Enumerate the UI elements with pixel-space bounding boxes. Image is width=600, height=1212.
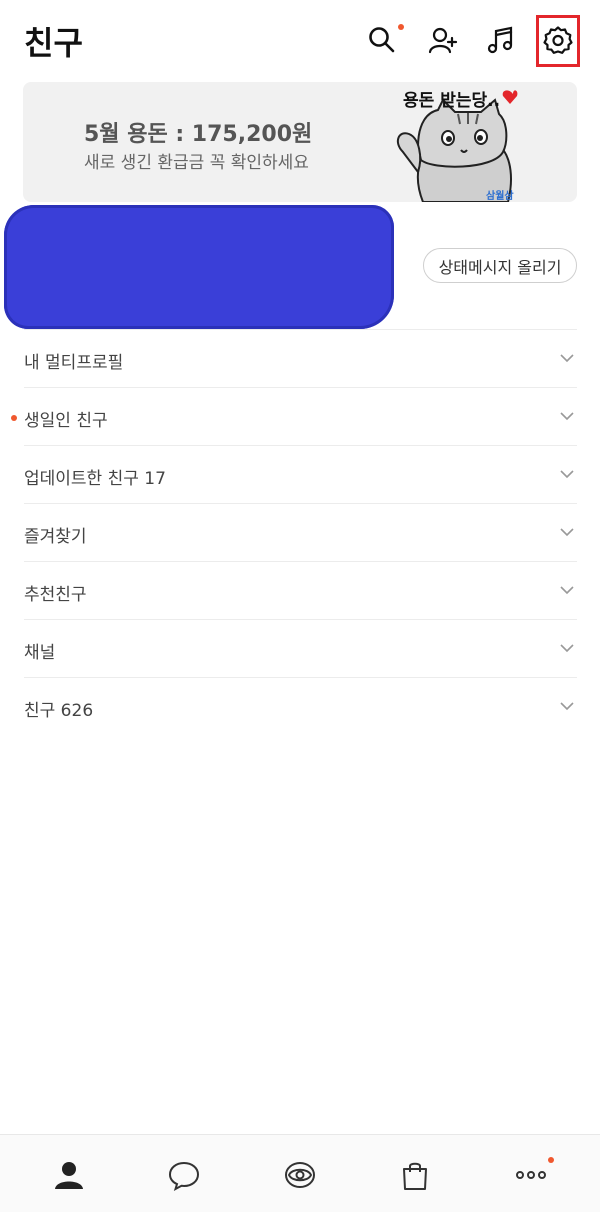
search-notification-dot	[398, 24, 404, 30]
friend-sections-list: 내 멀티프로필 생일인 친구 업데이트한 친구 17 즐겨찾기 추천친구 채널 …	[11, 329, 577, 735]
add-friend-icon	[428, 27, 458, 54]
redacted-profile[interactable]	[4, 205, 394, 329]
chevron-down-icon	[560, 644, 574, 653]
section-birthday-friends[interactable]: 생일인 친구	[11, 387, 577, 445]
shopping-icon	[403, 1162, 427, 1190]
banner-title: 5월 용돈 : 175,200원	[84, 122, 313, 147]
allowance-banner[interactable]: 5월 용돈 : 175,200원 새로 생긴 환급금 꼭 확인하세요 용돈 받는…	[23, 82, 577, 202]
header: 친구	[0, 0, 600, 80]
section-friends-count[interactable]: 친구 626	[24, 677, 577, 735]
section-updated-friends[interactable]: 업데이트한 친구 17	[24, 445, 577, 503]
chevron-down-icon	[560, 412, 574, 421]
sticker-brand: 삼월삼	[486, 191, 514, 202]
nav-more[interactable]	[509, 1153, 554, 1197]
bottom-navigation	[0, 1134, 600, 1212]
chevron-down-icon	[560, 470, 574, 479]
section-multiprofile[interactable]: 내 멀티프로필	[24, 329, 577, 387]
view-icon	[285, 1162, 315, 1188]
section-label: 즐겨찾기	[24, 527, 87, 547]
chevron-down-icon	[560, 702, 574, 711]
friends-icon	[55, 1162, 83, 1189]
section-channels[interactable]: 채널	[24, 619, 577, 677]
more-notification-dot	[548, 1157, 554, 1163]
chevron-down-icon	[560, 586, 574, 595]
section-recommended-friends[interactable]: 추천친구	[24, 561, 577, 619]
settings-highlight-box	[536, 15, 580, 67]
nav-chats[interactable]	[162, 1153, 206, 1197]
nav-friends[interactable]	[47, 1153, 91, 1197]
section-label: 친구 626	[24, 701, 94, 721]
more-icon	[516, 1171, 546, 1179]
new-indicator-dot	[11, 415, 17, 421]
section-label: 생일인 친구	[24, 411, 108, 431]
chevron-down-icon	[560, 354, 574, 363]
music-button[interactable]	[477, 16, 525, 64]
section-label: 내 멀티프로필	[24, 353, 124, 373]
banner-subtitle: 새로 생긴 환급금 꼭 확인하세요	[84, 153, 309, 173]
post-status-message-button[interactable]: 상태메시지 올리기	[423, 248, 577, 283]
music-icon	[487, 26, 513, 54]
page-title: 친구	[24, 24, 83, 62]
nav-shopping[interactable]	[393, 1153, 437, 1197]
friends-screen: 친구 5월 용돈: 175,200원 새로 생긴 환급금 꼭 확인하세요 용돈…	[0, 0, 600, 1212]
sticker-text: 용돈 받는당..	[403, 91, 501, 111]
chevron-down-icon	[560, 528, 574, 537]
nav-view[interactable]	[278, 1153, 322, 1197]
section-label: 업데이트한 친구 17	[24, 469, 166, 489]
chat-icon	[168, 1161, 200, 1192]
section-favorites[interactable]: 즐겨찾기	[24, 503, 577, 561]
search-button[interactable]	[358, 16, 406, 64]
search-icon	[369, 27, 395, 53]
section-label: 추천친구	[24, 585, 87, 605]
section-label: 채널	[24, 643, 56, 663]
add-friend-button[interactable]	[419, 16, 467, 64]
